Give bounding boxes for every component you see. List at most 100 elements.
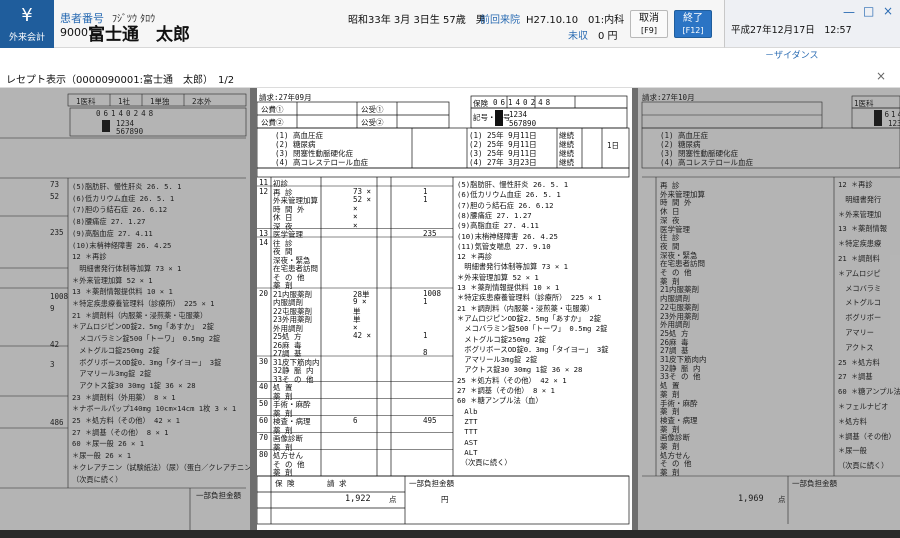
fee-row-code: 60 [259, 416, 269, 425]
receipt-current-page[interactable]: 請求:27年09月 公費① 公費② 公受① 公受② 保険 06140248 記号… [257, 88, 632, 538]
close-window-button[interactable]: × [883, 4, 893, 18]
fee-row-code: 14 [259, 237, 269, 247]
receipt-prev-page[interactable]: 1医科 1社 1単独 2本外 06140248 1234 567890 (5)脂… [0, 88, 250, 538]
symbol: 1234 [509, 110, 528, 119]
fee-row-code: 30 [259, 356, 269, 366]
disease-item: (4) 高コレステロール血症 [275, 158, 369, 167]
fee-row-code: 80 [259, 450, 269, 459]
fee-row-count: 8 [423, 348, 428, 357]
side-panel: — □ × 平成27年12月17日 12:57 －ザイダンス [724, 0, 900, 61]
detail-line: メトグルコ錠250mg 2錠 [457, 334, 546, 344]
points-label: 点 [389, 495, 397, 504]
detail-line: メコバラミン錠500「トーワ」 0.5mg 2錠 [457, 324, 608, 334]
claim-label: 請 求 [327, 479, 347, 488]
detail-line: 12 ＊再診 [457, 252, 493, 262]
side-note: －ザイダンス [765, 51, 819, 61]
fee-row-points: 42 × [353, 331, 372, 340]
prev-page-dim-overlay [0, 88, 250, 538]
total-amount: 1,922 [345, 494, 371, 504]
fee-row-points: 6 [353, 416, 358, 425]
detail-line: ＊アムロジピンOD錠2．5mg「あすか」 2錠 [457, 313, 602, 323]
insurer-number: 06140248 [493, 98, 554, 107]
finish-button[interactable]: 終了 [F12] [674, 10, 712, 38]
receipt-viewer: 1医科 1社 1単独 2本外 06140248 1234 567890 (5)脂… [0, 88, 900, 538]
outcome-item: 継続 [559, 158, 574, 167]
fee-row-code: 70 [259, 433, 269, 442]
yen-register-icon: ¥ [21, 5, 33, 26]
patient-name: 富士通 太郎 [88, 25, 190, 45]
outpatient-accounting-label: 外来会計 [8, 33, 45, 43]
next-page-dim-overlay [638, 88, 900, 538]
finish-label: 終了 [683, 13, 703, 24]
prev-visit: H27.10.10 01:内科 [526, 15, 625, 26]
claim-month: 請求:27年09月 [259, 93, 312, 102]
detail-line: 25 ＊処方料（その他） 42 × 1 [457, 375, 567, 385]
detail-line: (10)末梢神経障害 26. 4.25 [457, 231, 558, 241]
cancel-label: 取消 [639, 13, 659, 24]
detail-line: アクトス錠30 30mg 1錠 36 × 28 [457, 365, 583, 375]
detail-line: (8)腰痛症 27. 1.27 [457, 210, 532, 220]
public-1-label: 公費① [261, 105, 284, 114]
detail-line: AST [457, 437, 478, 447]
horizontal-scrollbar[interactable] [0, 530, 900, 538]
fee-row-count: 1 [423, 195, 428, 204]
minimize-button[interactable]: — [843, 5, 855, 19]
yen-label: 円 [441, 495, 449, 504]
detail-line: ALT [457, 447, 478, 457]
detail-line: アマリール3mg錠 2錠 [457, 355, 538, 365]
fee-row-code: 40 [259, 382, 269, 391]
detail-line: TTT [457, 427, 478, 437]
detail-line: (9)高脂血症 27. 4.11 [457, 221, 539, 231]
detail-line: ボグリボースOD錠0．3mg「タイヨー」 3錠 [457, 344, 609, 354]
unpaid-amount: 0 円 [598, 31, 618, 42]
viewer-title: レセプト表示（0000090001:富士通 太郎） 1/2 [6, 75, 235, 86]
birth-info: 昭和33年 3月 3日生 57歳 男 [348, 15, 486, 26]
unpaid-label: 未収 [568, 31, 588, 42]
detail-line: ＊外来管理加算 52 × 1 [457, 272, 539, 282]
insurer-label: 保険 [473, 99, 488, 108]
fee-row-count: 1 [423, 331, 428, 340]
outpatient-accounting-button[interactable]: ¥ 外来会計 [0, 0, 54, 48]
fee-row-count: 1 [423, 297, 428, 306]
number: 567890 [509, 119, 537, 128]
symbol-label: 記号・番号 [473, 113, 511, 122]
receipt-viewer-titlebar: レセプト表示（0000090001:富士通 太郎） 1/2 × [0, 66, 900, 88]
receipt-next-page[interactable]: 請求:27年10月 1医科 06140248 1234 (1) 高血圧症(2) … [638, 88, 900, 538]
detail-line: (5)脂肪肝、慢性肝炎 26. 5. 1 [457, 180, 569, 189]
fee-row-count: 495 [423, 416, 437, 425]
public-recipient-2-label: 公受② [361, 118, 384, 127]
fee-row-code: 50 [259, 399, 269, 408]
fee-row-points: × [353, 220, 358, 230]
detail-line: （次頁に続く） [457, 458, 512, 468]
viewer-close-icon[interactable]: × [876, 69, 886, 83]
detail-line: (6)低カリウム血症 26. 5. 1 [457, 190, 561, 200]
prev-visit-label: 前回来院 [480, 15, 520, 26]
maximize-button[interactable]: □ [863, 4, 874, 18]
detail-line: (7)胆のう結石症 26. 6.12 [457, 200, 554, 210]
detail-line: 明細書発行体制等加算 73 × 1 [457, 262, 569, 272]
days-value: 1日 [607, 141, 620, 150]
cancel-button[interactable]: 取消 [F9] [630, 10, 668, 38]
detail-line: Alb [457, 406, 478, 416]
detail-line: 27 ＊調基（その他） 8 × 1 [457, 386, 555, 395]
detail-line: ZTT [457, 416, 478, 426]
patient-header: ¥ 外来会計 患者番号 ﾌｼﾞﾂｳ ﾀﾛｳ 90001 富士通 太郎 昭和33年… [0, 0, 724, 48]
start-date-item: (4) 27年 3月23日 [469, 158, 537, 167]
detail-line: ＊特定疾患療養管理料（診療所） 225 × 1 [457, 293, 602, 303]
public-2-label: 公費② [261, 118, 284, 127]
public-recipient-1-label: 公受① [361, 105, 384, 114]
detail-line: 60 ＊糖アンプル法（血） [457, 396, 543, 406]
fee-row-code: 20 [259, 288, 269, 298]
date-time: 平成27年12月17日 12:57 [731, 25, 852, 36]
detail-line: 21 ＊調剤料（内服薬・浸煎薬・屯服薬） [457, 303, 595, 313]
insurance-label: 保 険 [275, 479, 295, 488]
fee-row-count: 235 [423, 229, 437, 238]
detail-line: (11)気管支喘息 27. 9.10 [457, 241, 551, 251]
fee-row-label: 薬 剤 [273, 468, 293, 477]
fee-row-code: 12 [259, 186, 269, 196]
detail-line: 13 ＊薬剤情報提供料 10 × 1 [457, 283, 560, 292]
app-window: ¥ 外来会計 患者番号 ﾌｼﾞﾂｳ ﾀﾛｳ 90001 富士通 太郎 昭和33年… [0, 0, 900, 538]
finish-key: [F12] [682, 26, 704, 35]
partial-payment-label: 一部負担金額 [409, 479, 454, 488]
cancel-key: [F9] [641, 26, 657, 35]
